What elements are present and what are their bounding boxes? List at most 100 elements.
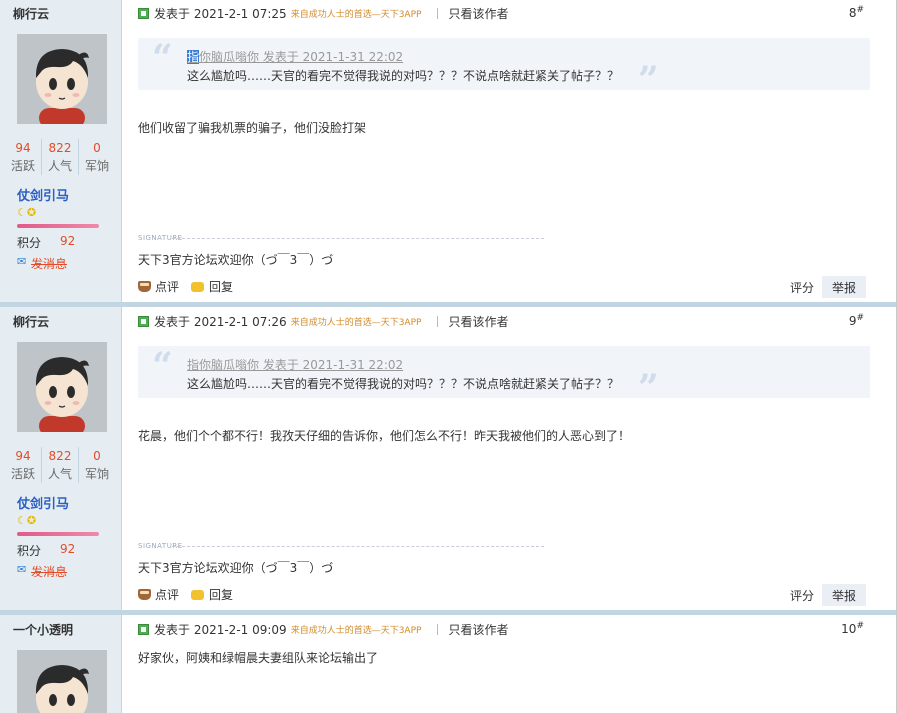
send-message-link[interactable]: 发消息 [31,563,67,580]
rank-progress-bar [17,532,99,536]
author-stats: 94 活跃 822 人气 0 军饷 [5,447,115,483]
post-actions: 点评 回复 [138,586,245,603]
post-content: 好家伙，阿姨和绿帽晨夫妻组队来论坛输出了 [138,651,379,665]
post-time: 发表于 2021-2-1 07:25 [154,6,287,21]
stat-value: 822 [48,141,72,155]
stat-popularity[interactable]: 822 人气 [42,447,79,483]
reply-bubble-icon [191,589,205,600]
only-author-link[interactable]: 只看该作者 [448,621,508,638]
floor-number[interactable]: 9# [849,313,864,328]
post-separator [0,302,896,307]
stat-label: 活跃 [10,467,35,481]
reply-bubble-icon [191,281,205,292]
stat-value: 0 [93,449,101,463]
post-separator [0,610,896,615]
quote-open-icon: “ [152,345,173,387]
stat-value: 822 [48,449,72,463]
post-meta: 发表于 2021-2-1 09:09 来自成功人士的首选—天下3APP 只看该作… [138,620,508,638]
stat-label: 人气 [47,467,72,481]
post-time: 发表于 2021-2-1 09:09 [154,622,287,637]
floor-symbol: # [856,621,864,631]
rate-button[interactable]: 评分 [790,279,814,296]
only-author-link[interactable]: 只看该作者 [448,313,508,330]
forum-thread: 柳行云 94 活跃 822 人气 0 军饷 仗剑引马 ☾✪ 积分 92 ✉ 发消… [0,0,897,713]
user-rank[interactable]: 仗剑引马 [17,493,69,512]
user-rank[interactable]: 仗剑引马 [17,185,69,204]
signature-divider [172,238,544,239]
floor-symbol: # [856,5,864,15]
comment-label: 点评 [155,588,180,602]
coffee-icon [138,281,151,292]
author-name[interactable]: 柳行云 [13,5,49,22]
post-floor-9: 柳行云 94 活跃 822 人气 0 军饷 仗剑引马 ☾✪ 积分 92 ✉ 发消… [0,308,896,611]
stat-label: 军饷 [84,159,109,173]
quote-open-icon: “ [152,37,173,79]
only-author-link[interactable]: 只看该作者 [448,5,508,22]
online-status-icon [138,7,149,19]
stat-value: 94 [15,141,31,155]
signature-divider [172,546,544,547]
mail-icon[interactable]: ✉ [17,563,26,576]
reply-label: 回复 [209,588,234,602]
avatar-cartoon-icon [17,342,107,432]
post-actions: 点评 回复 [138,278,245,295]
floor-number[interactable]: 10# [841,621,864,636]
quote-close-icon: ” [638,59,659,101]
rank-progress-bar [17,224,99,228]
author-name[interactable]: 柳行云 [13,313,49,330]
online-status-icon [138,623,149,635]
reply-button[interactable]: 回复 [191,586,233,603]
meta-divider [437,623,439,635]
post-source[interactable]: 来自成功人士的首选—天下3APP [291,315,422,328]
stat-salary[interactable]: 0 军饷 [79,447,115,483]
rank-moon-star-icon: ☾✪ [17,206,37,219]
stat-label: 活跃 [10,159,35,173]
rank-moon-star-icon: ☾✪ [17,514,37,527]
report-button[interactable]: 举报 [822,584,866,606]
avatar-cartoon-icon [17,650,107,713]
avatar[interactable] [17,34,107,124]
stat-value: 94 [15,449,31,463]
quote-block: “ 指你脑瓜嗡你 发表于 2021-1-31 22:02 这么尴尬吗……天官的看… [138,37,870,100]
author-name[interactable]: 一个小透明 [13,621,73,638]
score-value: 92 [60,234,76,248]
score-label: 积分 [17,544,42,558]
stat-label: 军饷 [84,467,109,481]
stat-popularity[interactable]: 822 人气 [42,139,79,175]
post-source[interactable]: 来自成功人士的首选—天下3APP [291,623,422,636]
score-label: 积分 [17,236,42,250]
quote-header[interactable]: 指你脑瓜嗡你 发表于 2021-1-31 22:02 [187,356,403,373]
comment-button[interactable]: 点评 [138,278,179,295]
score-value: 92 [60,542,76,556]
avatar[interactable] [17,342,107,432]
post-content: 他们收留了骗我机票的骗子，他们没脸打架 [138,121,367,135]
floor-number-value: 10 [841,622,857,636]
author-stats: 94 活跃 822 人气 0 军饷 [5,139,115,175]
quote-close-icon: ” [638,367,659,409]
signature-text: 天下3官方论坛欢迎你（づ￣3￣）づ [138,561,334,575]
mail-icon[interactable]: ✉ [17,255,26,268]
stat-active[interactable]: 94 活跃 [5,447,42,483]
stat-active[interactable]: 94 活跃 [5,139,42,175]
floor-symbol: # [856,313,864,323]
report-button[interactable]: 举报 [822,276,866,298]
post-floor-10: 一个小透明 发表于 2021-2-1 09:09 来自成功人士的首选—天下3AP… [0,616,896,713]
post-source[interactable]: 来自成功人士的首选—天下3APP [291,7,422,20]
quote-body: 这么尴尬吗……天官的看完不觉得我说的对吗？？？不说点啥就赶紧关了帖子？？ [187,69,620,83]
quote-header-text: 你脑瓜嗡你 发表于 2021-1-31 22:02 [199,50,404,64]
avatar[interactable] [17,650,107,713]
quote-header[interactable]: 指你脑瓜嗡你 发表于 2021-1-31 22:02 [187,48,403,65]
floor-number[interactable]: 8# [849,5,864,20]
quote-body: 这么尴尬吗……天官的看完不觉得我说的对吗？？？不说点啥就赶紧关了帖子？？ [187,377,620,391]
post-time: 发表于 2021-2-1 07:26 [154,314,287,329]
stat-salary[interactable]: 0 军饷 [79,139,115,175]
reply-button[interactable]: 回复 [191,278,233,295]
send-message-link[interactable]: 发消息 [31,255,67,272]
comment-button[interactable]: 点评 [138,586,179,603]
avatar-cartoon-icon [17,34,107,124]
post-floor-8: 柳行云 94 活跃 822 人气 0 军饷 仗剑引马 ☾✪ 积分 92 ✉ 发消… [0,0,896,303]
rate-button[interactable]: 评分 [790,587,814,604]
reply-label: 回复 [209,280,234,294]
meta-divider [437,7,439,19]
post-content: 花晨，他们个个都不行！我孜天仔细的告诉你，他们怎么不行！昨天我被他们的人恶心到了… [138,429,631,443]
